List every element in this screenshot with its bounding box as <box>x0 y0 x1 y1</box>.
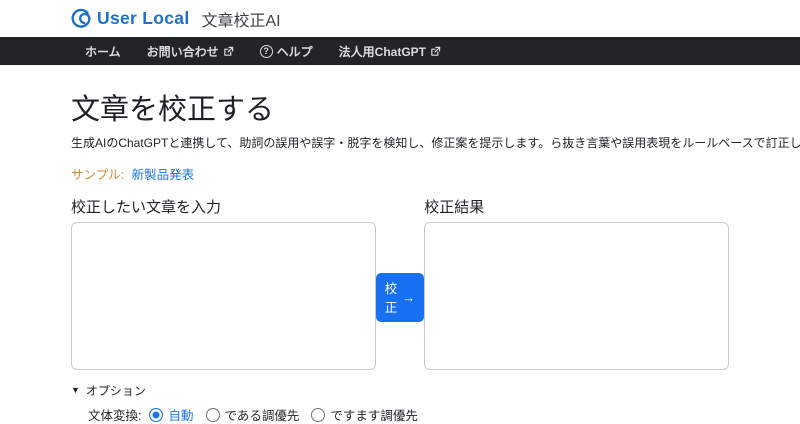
userlocal-logo-icon <box>71 8 91 28</box>
middle-column: 校正 → <box>375 196 425 375</box>
proofread-button[interactable]: 校正 → <box>375 273 425 322</box>
style-option-dearu-label: である調優先 <box>224 409 300 423</box>
nav-item-help[interactable]: ? ヘルプ <box>259 43 313 60</box>
result-column: 校正結果 <box>424 196 729 375</box>
nav-contact-label: お問い合わせ <box>146 44 219 59</box>
nav-item-contact[interactable]: お問い合わせ <box>147 43 234 60</box>
style-option-auto-label: 自動 <box>168 409 194 423</box>
arrow-right-icon: → <box>402 289 416 305</box>
external-link-icon <box>223 46 233 56</box>
main-content: 文章を校正する 生成AIのChatGPTと連携して、助詞の誤用や誤字・脱字を検知… <box>0 86 800 424</box>
style-radio-dearu[interactable] <box>205 407 220 422</box>
result-label: 校正結果 <box>424 199 485 216</box>
page-title: 文章を校正する <box>71 94 275 126</box>
result-textarea[interactable] <box>424 222 729 370</box>
source-textarea[interactable] <box>71 222 376 370</box>
style-conversion-row: 文体変換: 自動 である調優先 ですます調優先 <box>88 405 729 424</box>
proofread-workspace: 校正したい文章を入力 校正 → 校正結果 <box>71 196 729 375</box>
brand-name: User Local <box>97 8 190 28</box>
nav-home-label: ホーム <box>85 44 121 59</box>
proofread-button-label: 校正 <box>384 282 398 315</box>
userlocal-logo[interactable]: User Local <box>70 8 189 30</box>
app-title: 文章校正AI <box>201 12 281 30</box>
nav-help-label: ヘルプ <box>276 44 313 59</box>
nav-item-corporate-chatgpt[interactable]: 法人用ChatGPT <box>339 43 441 60</box>
sample-label: サンプル: <box>71 168 125 182</box>
page-description: 生成AIのChatGPTと連携して、助詞の誤用や誤字・脱字を検知し、修正案を提示… <box>71 136 800 150</box>
options-toggle-label: オプション <box>85 384 146 398</box>
app-header: User Local 文章校正AI <box>0 0 800 37</box>
style-option-desumasu-label: ですます調優先 <box>330 409 418 423</box>
nav-item-home[interactable]: ホーム <box>85 43 121 60</box>
options-section: ▼ オプション 文体変換: 自動 である調優先 ですます調優先 <box>71 382 729 424</box>
sample-link[interactable]: 新製品発表 <box>132 168 195 182</box>
style-option-auto[interactable]: 自動 <box>149 405 194 424</box>
style-radio-auto[interactable] <box>149 407 164 422</box>
nav-chatgpt-label: 法人用ChatGPT <box>338 44 427 59</box>
help-circle-icon: ? <box>259 44 273 58</box>
style-radio-desumasu[interactable] <box>311 407 326 422</box>
external-link-icon <box>431 46 441 56</box>
style-conversion-label: 文体変換: <box>88 409 142 423</box>
style-option-dearu[interactable]: である調優先 <box>205 405 300 424</box>
triangle-down-icon: ▼ <box>71 385 80 395</box>
options-toggle[interactable]: ▼ オプション <box>71 382 146 399</box>
input-column: 校正したい文章を入力 <box>71 196 376 375</box>
style-option-desumasu[interactable]: ですます調優先 <box>311 405 418 424</box>
input-label: 校正したい文章を入力 <box>71 199 222 216</box>
sample-line: サンプル: 新製品発表 <box>71 164 729 183</box>
main-nav: ホーム お問い合わせ ? ヘルプ 法人用ChatGPT <box>0 37 800 65</box>
